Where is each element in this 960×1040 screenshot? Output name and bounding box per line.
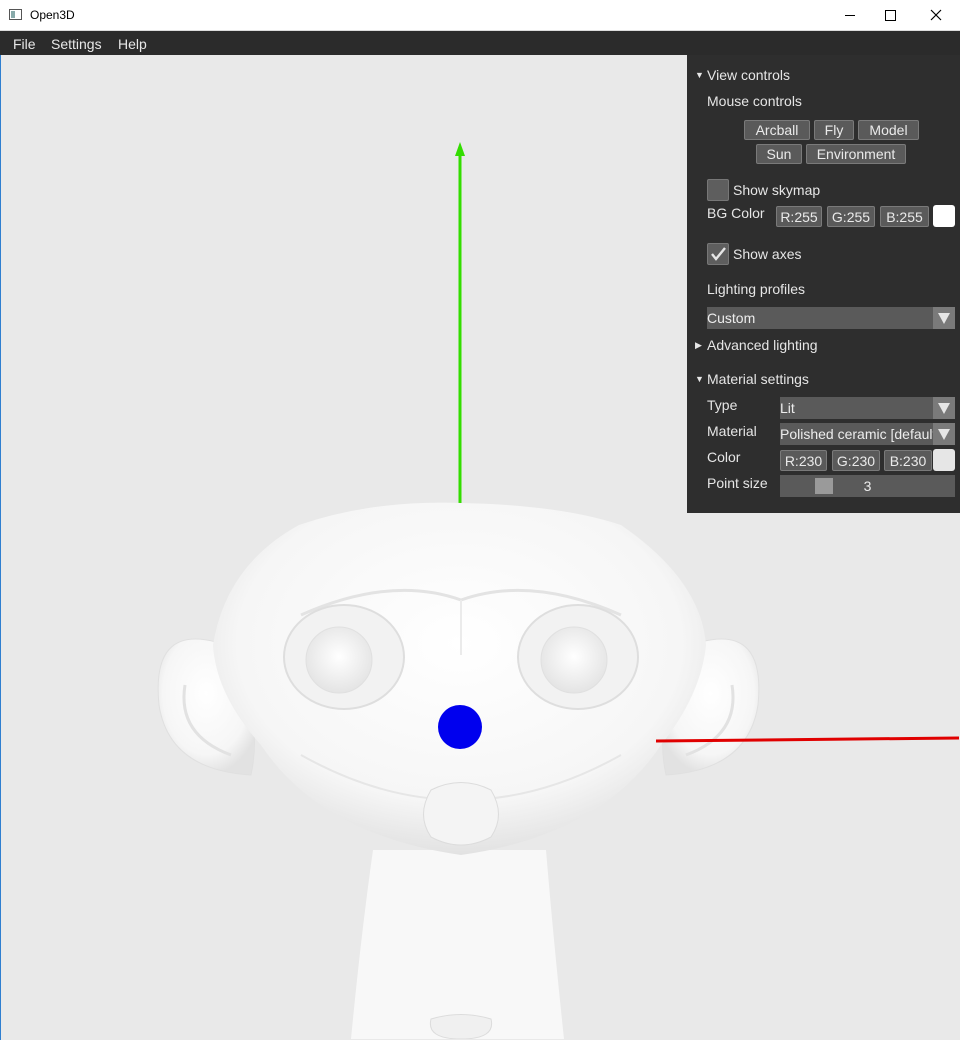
bg-color-swatch[interactable] [933,205,955,227]
material-color-r-field[interactable]: R:230 [780,450,827,471]
lighting-profile-value: Custom [707,310,756,326]
lighting-profile-dropdown[interactable]: Custom [707,307,955,329]
y-axis-tip [455,142,465,156]
expand-triangle-icon[interactable]: ▶ [695,340,702,351]
collapse-triangle-icon[interactable]: ▼ [695,70,704,80]
maximize-icon [884,9,896,21]
show-axes-label: Show axes [733,246,802,262]
menu-help[interactable]: Help [118,36,147,52]
point-size-value: 3 [863,478,872,494]
lighting-profiles-label: Lighting profiles [707,281,806,297]
arcball-button[interactable]: Arcball [744,120,810,140]
show-skymap-label: Show skymap [733,182,821,198]
dropdown-arrow-icon [938,402,950,414]
settings-panel: ▼ View controls Mouse controls Arcball F… [687,55,960,513]
left-eye [305,626,373,694]
minimize-icon [845,14,855,16]
view-controls-header[interactable]: View controls [707,67,790,83]
material-color-g-field[interactable]: G:230 [832,450,880,471]
environment-button[interactable]: Environment [806,144,906,164]
collapse-triangle-icon[interactable]: ▼ [695,374,704,384]
dropdown-arrow-icon [938,428,950,440]
bg-color-r-field[interactable]: R:255 [776,206,822,227]
app-icon [9,9,22,20]
bg-color-label: BG Color [707,205,765,221]
point-size-label: Point size [707,475,768,491]
show-axes-checkbox[interactable] [707,243,729,265]
point-size-slider[interactable]: 3 [780,475,955,497]
monkey-neck [351,850,564,1039]
model-button[interactable]: Model [858,120,919,140]
material-dropdown[interactable]: Polished ceramic [default] [780,423,955,445]
bg-color-g-field[interactable]: G:255 [827,206,875,227]
bg-color-b-field[interactable]: B:255 [880,206,929,227]
title-bar: Open3D [0,0,960,31]
advanced-lighting-header[interactable]: Advanced lighting [707,337,818,353]
monkey-nose [423,782,499,846]
menu-file[interactable]: File [13,36,36,52]
window-title: Open3D [30,8,75,22]
material-settings-header[interactable]: Material settings [707,371,809,387]
menu-bar: File Settings Help [0,31,960,55]
right-eye [540,626,608,694]
sun-button[interactable]: Sun [756,144,802,164]
material-type-dropdown[interactable]: Lit [780,397,955,419]
color-label: Color [707,449,741,465]
dropdown-arrow-icon [938,312,950,324]
z-axis [438,705,482,749]
menu-settings[interactable]: Settings [51,36,102,52]
material-color-swatch[interactable] [933,449,955,471]
material-label: Material [707,423,757,439]
fly-button[interactable]: Fly [814,120,854,140]
close-icon [930,9,942,21]
material-value: Polished ceramic [default] [780,426,941,442]
mouse-controls-label: Mouse controls [707,93,802,109]
show-skymap-checkbox[interactable] [707,179,729,201]
type-label: Type [707,397,738,413]
material-color-b-field[interactable]: B:230 [884,450,932,471]
close-button[interactable] [913,0,959,30]
checkmark-icon [711,247,726,261]
maximize-button[interactable] [867,0,913,30]
material-type-value: Lit [780,400,795,416]
